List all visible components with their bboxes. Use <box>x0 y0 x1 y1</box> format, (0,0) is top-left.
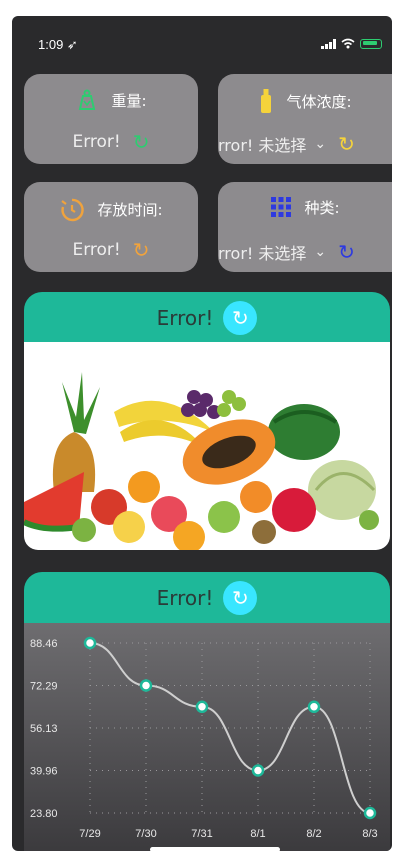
weight-card: 重量: Error! ↻ <box>24 74 198 164</box>
fruit-image <box>24 342 390 550</box>
gas-refresh-icon[interactable]: ↻ <box>338 134 355 154</box>
storage-time-label: 存放时间: <box>97 200 163 219</box>
status-icons <box>321 38 382 49</box>
home-indicator[interactable] <box>150 847 280 851</box>
weight-label: 重量: <box>111 91 147 110</box>
data-point[interactable] <box>251 764 265 777</box>
gas-bottle-icon <box>261 89 272 113</box>
x-tick-label: 8/3 <box>362 828 377 840</box>
storage-time-refresh-icon[interactable]: ↻ <box>133 240 150 260</box>
type-dropdown-chevron-icon[interactable]: ⌄ <box>314 244 326 260</box>
fruit-section-header: Error! ↻ <box>24 292 390 344</box>
weight-value: Error! <box>72 132 121 152</box>
gas-dropdown-chevron-icon[interactable]: ⌄ <box>314 136 326 152</box>
x-tick-label: 7/30 <box>135 828 156 840</box>
data-point[interactable] <box>139 679 153 692</box>
x-tick-label: 7/31 <box>191 828 212 840</box>
line-chart: 88.46 72.29 56.13 39.96 23.80 7/29 7/30 7/31 8/1… <box>24 623 390 851</box>
data-point[interactable] <box>363 806 377 820</box>
storage-time-value: Error! <box>72 240 121 260</box>
y-tick-label: 39.96 <box>30 766 58 778</box>
status-bar: 1:09 ➶ <box>12 34 392 58</box>
wifi-icon <box>341 38 355 49</box>
weight-refresh-icon[interactable]: ↻ <box>133 132 150 152</box>
phone-screen: 1:09 ➶ 重量: Error! ↻ 气体浓度: rror! 未选择 ⌄ ↻ … <box>12 16 392 851</box>
storage-time-value-row: Error! ↻ <box>24 240 198 260</box>
gas-header: 气体浓度: <box>218 88 392 114</box>
y-tick-label: 56.13 <box>30 723 58 735</box>
top-white-band <box>0 0 310 16</box>
type-label: 种类: <box>304 198 340 217</box>
data-point[interactable] <box>307 700 321 714</box>
data-point[interactable] <box>83 636 97 650</box>
fruit-section-title: Error! <box>156 306 214 330</box>
battery-icon <box>360 38 382 49</box>
storage-time-header: 存放时间: <box>24 196 198 222</box>
chart-section-title: Error! <box>156 586 214 610</box>
x-tick-label: 8/2 <box>306 828 321 840</box>
gas-value-row: rror! 未选择 ⌄ ↻ <box>218 132 392 156</box>
gas-label: 气体浓度: <box>286 92 352 111</box>
fruit-basket-illustration <box>24 372 379 550</box>
type-header: 种类: <box>218 196 392 218</box>
gas-select[interactable]: rror! 未选择 <box>218 132 306 156</box>
cellular-signal-icon <box>321 38 336 49</box>
grid-icon <box>271 197 292 217</box>
data-point[interactable] <box>195 700 209 714</box>
type-refresh-icon[interactable]: ↻ <box>338 242 355 262</box>
weight-header: 重量: <box>24 88 198 112</box>
weight-value-row: Error! ↻ <box>24 132 198 152</box>
y-tick-label: 72.29 <box>30 681 58 693</box>
x-tick-label: 7/29 <box>79 828 100 840</box>
x-tick-label: 8/1 <box>250 828 265 840</box>
chart-refresh-button[interactable]: ↻ <box>223 581 258 615</box>
type-value-row: rror! 未选择 ⌄ ↻ <box>218 240 392 264</box>
y-tick-label: 88.46 <box>30 638 58 650</box>
timer-icon <box>61 198 85 222</box>
type-card: 种类: rror! 未选择 ⌄ ↻ <box>218 182 392 272</box>
gas-card: 气体浓度: rror! 未选择 ⌄ ↻ <box>218 74 392 164</box>
fruit-refresh-button[interactable]: ↻ <box>223 301 258 335</box>
weight-icon <box>79 89 96 110</box>
status-time: 1:09 ➶ <box>38 37 78 52</box>
line-chart-svg: 88.46 72.29 56.13 39.96 23.80 7/29 7/30 7/31 8/1… <box>30 636 378 840</box>
y-tick-label: 23.80 <box>30 808 58 820</box>
type-select[interactable]: rror! 未选择 <box>218 240 306 264</box>
chart-section-header: Error! ↻ <box>24 572 390 624</box>
storage-time-card: 存放时间: Error! ↻ <box>24 182 198 272</box>
